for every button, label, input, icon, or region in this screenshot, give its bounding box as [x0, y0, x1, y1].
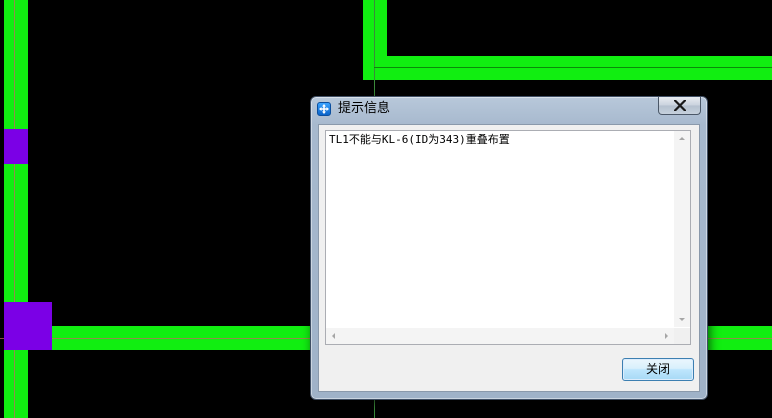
- close-x-icon: [674, 100, 686, 111]
- message-text: TL1不能与KL-6(ID为343)重叠布置: [329, 133, 510, 146]
- beam-left-vertical[interactable]: [4, 0, 28, 418]
- beam-edge-line: [374, 67, 772, 68]
- dialog-client-area: TL1不能与KL-6(ID为343)重叠布置 关闭: [318, 124, 700, 392]
- column-large[interactable]: [4, 302, 52, 350]
- message-textarea[interactable]: TL1不能与KL-6(ID为343)重叠布置: [325, 130, 691, 345]
- move-arrows-icon: [317, 102, 331, 116]
- horizontal-scrollbar[interactable]: [326, 328, 674, 344]
- scroll-down-arrow-icon[interactable]: [679, 318, 685, 321]
- close-button[interactable]: [658, 97, 701, 115]
- scroll-right-arrow-icon[interactable]: [665, 333, 668, 339]
- vertical-scrollbar[interactable]: [674, 131, 690, 327]
- scroll-left-arrow-icon[interactable]: [332, 333, 335, 339]
- scrollbar-corner: [674, 328, 690, 344]
- dialog-title: 提示信息: [338, 101, 391, 116]
- column-small[interactable]: [4, 129, 28, 164]
- scroll-up-arrow-icon[interactable]: [679, 137, 685, 140]
- message-dialog: 提示信息 TL1不能与KL-6(ID为343)重叠布置 关闭: [310, 96, 708, 400]
- dialog-titlebar[interactable]: 提示信息: [311, 97, 707, 121]
- beam-top-horizontal[interactable]: [363, 56, 772, 80]
- close-dialog-button[interactable]: 关闭: [622, 358, 694, 381]
- axis-line-vertical-left: [14, 0, 15, 418]
